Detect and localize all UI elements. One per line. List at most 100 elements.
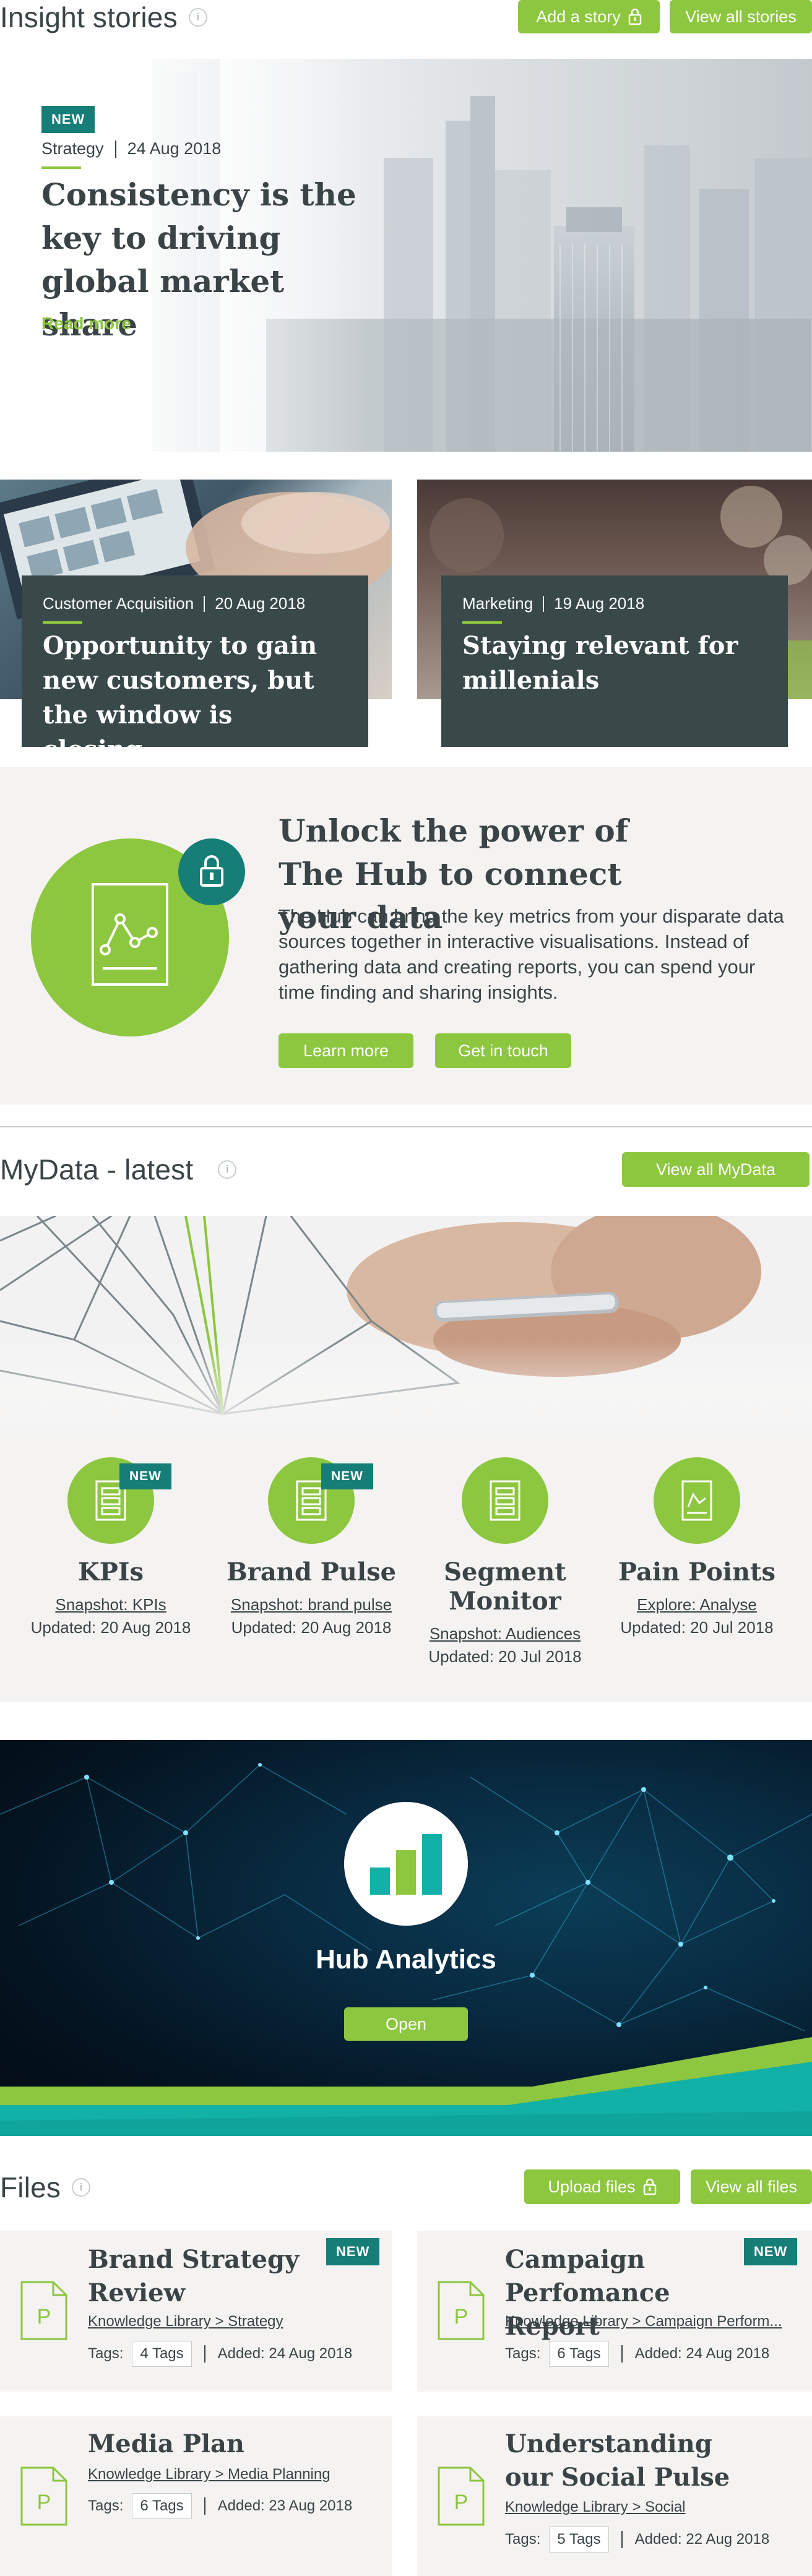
file-card[interactable]: P Understanding our Social Pulse Knowled…	[417, 2416, 812, 2576]
bar-chart-icon	[370, 1834, 442, 1895]
hero-date: 24 Aug 2018	[127, 139, 222, 158]
add-story-button[interactable]: Add a story	[518, 0, 660, 33]
section-divider	[0, 1126, 812, 1127]
tags-label: Tags:	[505, 2531, 541, 2548]
add-story-label: Add a story	[536, 7, 621, 26]
hero-category: Strategy	[41, 139, 104, 158]
file-meta: Tags: 6 Tags Added: 23 Aug 2018	[88, 2493, 352, 2519]
network-background	[0, 1763, 812, 2136]
file-icon-letter: P	[37, 2491, 51, 2514]
analytics-logo	[344, 1802, 468, 1926]
read-more-link[interactable]: Read more	[41, 314, 131, 334]
mydata-item-name: Brand Pulse	[226, 1557, 397, 1587]
upload-files-button[interactable]: Upload files	[524, 2169, 680, 2204]
story-card-headline[interactable]: Opportunity to gain new customers, but t…	[43, 629, 340, 767]
file-meta: Tags: 4 Tags Added: 24 Aug 2018	[88, 2341, 352, 2367]
tags-count[interactable]: 5 Tags	[549, 2526, 609, 2552]
hero-meta: Strategy 24 Aug 2018	[41, 139, 221, 158]
file-path-link[interactable]: Knowledge Library > Media Planning	[88, 2466, 366, 2483]
mydata-item-name: KPIs	[77, 1557, 144, 1587]
new-badge: NEW	[326, 2238, 380, 2265]
mydata-panel: NEW KPIs Snapshot: KPIs Updated: 20 Aug …	[0, 1216, 812, 1702]
story-card-category: Customer Acquisition	[43, 594, 194, 613]
chart-doc-icon	[92, 883, 168, 986]
file-title[interactable]: Brand Strategy Review	[88, 2243, 311, 2310]
mydata-title: MyData - latest	[0, 1153, 194, 1186]
story-card-2[interactable]: Marketing 19 Aug 2018 Staying relevant f…	[441, 575, 788, 747]
file-icon-letter: P	[454, 2305, 469, 2328]
story-card-headline[interactable]: Staying relevant for millenials	[462, 629, 759, 698]
file-card[interactable]: P Media Plan Knowledge Library > Media P…	[0, 2416, 392, 2576]
mydata-item-link[interactable]: Snapshot: brand pulse	[212, 1595, 410, 1614]
open-label: Open	[385, 2014, 427, 2033]
files-title: Files	[0, 2171, 61, 2203]
story-card-meta: Marketing 19 Aug 2018	[462, 594, 644, 613]
view-all-files-button[interactable]: View all files	[691, 2169, 812, 2204]
hub-analytics-banner: Hub Analytics Open	[0, 1740, 812, 2136]
tags-label: Tags:	[88, 2345, 124, 2362]
learn-more-label: Learn more	[303, 1041, 389, 1060]
view-all-stories-button[interactable]: View all stories	[670, 0, 812, 33]
lock-icon	[628, 8, 642, 25]
file-path-link[interactable]: Knowledge Library > Strategy	[88, 2313, 366, 2330]
info-icon[interactable]: i	[188, 8, 207, 27]
file-icon: P	[20, 2466, 67, 2526]
file-path-link[interactable]: Knowledge Library > Social	[505, 2499, 784, 2516]
mydata-item-pain-points[interactable]: Pain Points Explore: Analyse Updated: 20…	[598, 1457, 796, 1637]
tags-count[interactable]: 6 Tags	[549, 2341, 609, 2367]
learn-more-button[interactable]: Learn more	[279, 1033, 413, 1068]
mydata-item-link[interactable]: Snapshot: KPIs	[12, 1595, 210, 1614]
chart-doc-icon	[681, 1480, 712, 1521]
story-card-1[interactable]: Customer Acquisition 20 Aug 2018 Opportu…	[22, 575, 368, 764]
story-card-category: Marketing	[462, 594, 533, 613]
mydata-item-updated: Updated: 20 Aug 2018	[231, 1618, 392, 1637]
file-title[interactable]: Understanding our Social Pulse	[505, 2427, 765, 2494]
story-card-meta: Customer Acquisition 20 Aug 2018	[43, 594, 305, 613]
view-all-stories-label: View all stories	[685, 7, 797, 26]
open-analytics-button[interactable]: Open	[344, 2007, 468, 2041]
tags-label: Tags:	[88, 2497, 124, 2514]
new-badge: NEW	[41, 106, 95, 133]
file-icon: P	[20, 2281, 67, 2340]
hub-promo-panel: Unlock the power of The Hub to connect y…	[0, 767, 812, 1105]
mydata-item-kpis[interactable]: NEW KPIs Snapshot: KPIs Updated: 20 Aug …	[12, 1457, 210, 1637]
file-title[interactable]: Media Plan	[88, 2427, 348, 2461]
view-all-mydata-label: View all MyData	[655, 1160, 776, 1179]
file-added: Added: 24 Aug 2018	[217, 2345, 353, 2362]
insight-stories-title: Insight stories	[0, 1, 178, 33]
story-card-date: 20 Aug 2018	[215, 594, 306, 613]
file-card[interactable]: P NEW Brand Strategy Review Knowledge Li…	[0, 2231, 392, 2392]
file-meta: Tags: 5 Tags Added: 22 Aug 2018	[505, 2526, 769, 2552]
file-icon: P	[438, 2466, 485, 2526]
file-added: Added: 24 Aug 2018	[634, 2345, 770, 2362]
tags-count[interactable]: 6 Tags	[132, 2493, 192, 2519]
smartphone-hands-photo	[0, 1216, 812, 1439]
info-icon[interactable]: i	[72, 2178, 91, 2197]
mydata-item-brand-pulse[interactable]: NEW Brand Pulse Snapshot: brand pulse Up…	[212, 1457, 410, 1637]
mydata-item-segment-monitor[interactable]: Segment Monitor Snapshot: Audiences Upda…	[406, 1457, 604, 1666]
analytics-title: Hub Analytics	[316, 1944, 496, 1975]
file-card[interactable]: P NEW Campaign Perfomance Report Knowled…	[417, 2231, 812, 2392]
file-icon-letter: P	[37, 2305, 51, 2328]
promo-body: The Hub can bring the key metrics from y…	[279, 905, 784, 1003]
new-badge: NEW	[119, 1463, 171, 1489]
file-added: Added: 23 Aug 2018	[217, 2497, 353, 2514]
hero-story[interactable]: NEW Strategy 24 Aug 2018 Consistency is …	[0, 59, 812, 452]
get-in-touch-button[interactable]: Get in touch	[435, 1033, 571, 1068]
file-icon-letter: P	[454, 2491, 469, 2514]
view-all-mydata-button[interactable]: View all MyData	[622, 1152, 810, 1187]
file-path-link[interactable]: Knowledge Library > Campaign Perform...	[505, 2313, 796, 2330]
file-meta: Tags: 6 Tags Added: 24 Aug 2018	[505, 2341, 769, 2367]
accent-underline	[462, 621, 502, 624]
file-icon: P	[438, 2281, 485, 2340]
lock-icon	[643, 2178, 656, 2195]
mydata-item-updated: Updated: 20 Aug 2018	[30, 1618, 191, 1637]
upload-files-label: Upload files	[548, 2177, 636, 2196]
tags-count[interactable]: 4 Tags	[132, 2341, 192, 2367]
mydata-item-link[interactable]: Explore: Analyse	[598, 1595, 796, 1614]
document-icon	[490, 1480, 520, 1521]
info-icon[interactable]: i	[218, 1160, 237, 1179]
mydata-item-name: Pain Points	[618, 1557, 776, 1587]
mydata-item-link[interactable]: Snapshot: Audiences	[406, 1624, 604, 1643]
padlock-badge	[178, 838, 245, 905]
